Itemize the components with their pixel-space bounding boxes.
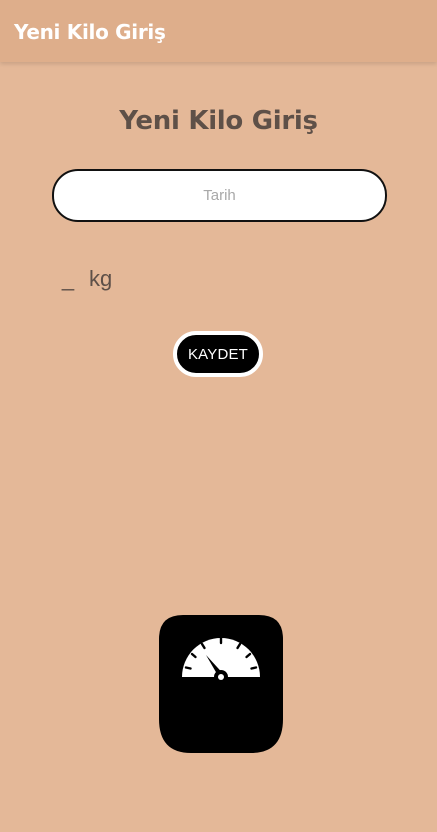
app-bar: Yeni Kilo Giriş [0,0,437,62]
page-title: Yeni Kilo Giriş [119,106,318,136]
date-input[interactable] [54,171,385,220]
date-field[interactable] [52,169,387,222]
bathroom-scale-icon [159,615,283,753]
app-bar-title: Yeni Kilo Giriş [14,20,166,44]
weight-row: _ kg [60,266,112,292]
weight-value[interactable]: _ [60,266,76,292]
weight-unit-label: kg [89,266,113,291]
save-button[interactable]: KAYDET [173,331,263,377]
